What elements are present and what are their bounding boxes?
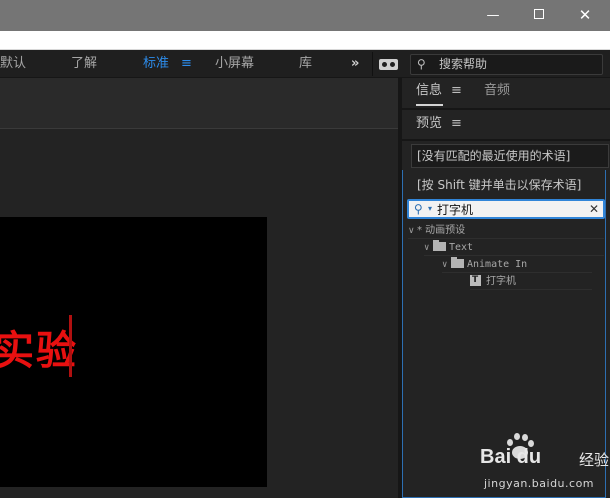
- watermark-subtitle: 经验: [579, 451, 610, 469]
- maximize-button[interactable]: [516, 0, 562, 31]
- tree-item-label: Animate In: [467, 259, 528, 270]
- chevron-down-icon[interactable]: ∨: [424, 240, 433, 257]
- chevron-down-icon[interactable]: ∨: [442, 257, 451, 274]
- search-icon: ⚲: [417, 57, 426, 71]
- watermark-url: jingyan.baidu.com: [484, 477, 595, 490]
- tree-item-text-folder[interactable]: ∨ Text: [424, 239, 604, 256]
- effects-search-field[interactable]: ⚲ ▾ ✕: [407, 199, 605, 219]
- close-button[interactable]: ✕: [562, 0, 608, 31]
- text-cursor: [69, 315, 72, 377]
- workspace-learn[interactable]: 了解: [71, 50, 97, 78]
- composition-panel: 实验: [0, 78, 398, 498]
- panel-divider: [402, 108, 610, 110]
- workspace-settings-icon[interactable]: [379, 59, 398, 70]
- tree-item-animation-presets[interactable]: ∨ * 动画预设: [408, 222, 604, 239]
- tree-item-label: * 动画预设: [417, 225, 466, 236]
- help-search-input[interactable]: ⚲ 搜索帮助: [410, 54, 603, 75]
- maximize-icon: [534, 9, 544, 19]
- watermark-brand: Bai du: [480, 446, 542, 468]
- toolbar-divider: [372, 52, 373, 76]
- folder-icon: [451, 256, 464, 268]
- minimize-icon: —: [486, 8, 500, 23]
- preview-panel-menu-icon[interactable]: ≡: [451, 112, 462, 136]
- clear-search-icon[interactable]: ✕: [589, 201, 599, 217]
- help-search-placeholder: 搜索帮助: [439, 57, 488, 71]
- info-panel-menu-icon[interactable]: ≡: [451, 78, 462, 104]
- workspace-small-screen[interactable]: 小屏幕: [215, 50, 254, 78]
- close-icon: ✕: [578, 6, 592, 24]
- folder-icon: [433, 239, 446, 251]
- workspace-toolbar: 默认 了解 标准 ≡ 小屏幕 库 » ⚲ 搜索帮助: [0, 50, 610, 78]
- minimize-button[interactable]: —: [470, 0, 516, 31]
- composition-canvas[interactable]: 实验: [0, 217, 267, 487]
- chevron-down-icon[interactable]: ▾: [428, 201, 432, 217]
- chevron-down-icon[interactable]: ∨: [408, 223, 417, 240]
- menu-bar: [0, 31, 610, 50]
- tab-info[interactable]: 信息: [416, 78, 444, 106]
- canvas-text-layer: 实验: [0, 327, 78, 374]
- workspace-default[interactable]: 默认: [0, 50, 26, 78]
- tree-item-animate-in-folder[interactable]: ∨ Animate In: [442, 256, 592, 273]
- tab-preview[interactable]: 预览: [416, 112, 442, 136]
- window-titlebar: — ✕: [0, 0, 610, 31]
- tab-audio[interactable]: 音频: [484, 78, 510, 106]
- workspace-standard[interactable]: 标准: [143, 50, 169, 78]
- save-term-hint: [按 Shift 键并单击以保存术语]: [417, 178, 582, 192]
- tree-item-label: Text: [449, 242, 474, 253]
- composition-tab-strip: [0, 78, 398, 129]
- tree-item-label: 打字机: [486, 276, 516, 287]
- workspace-libraries[interactable]: 库: [299, 50, 312, 78]
- panel-divider: [402, 139, 610, 141]
- overflow-chevron-icon[interactable]: »: [351, 50, 359, 77]
- workspace-menu-icon[interactable]: ≡: [181, 50, 192, 78]
- recent-terms-dropdown[interactable]: [没有匹配的最近使用的术语]: [411, 144, 609, 168]
- baidu-watermark: Bai du 经验 jingyan.baidu.com: [480, 432, 610, 498]
- search-icon: ⚲: [414, 202, 423, 216]
- effects-search-input[interactable]: [437, 201, 587, 217]
- animation-preset-icon: [470, 272, 481, 289]
- tree-item-typewriter-preset[interactable]: 打字机: [470, 272, 592, 290]
